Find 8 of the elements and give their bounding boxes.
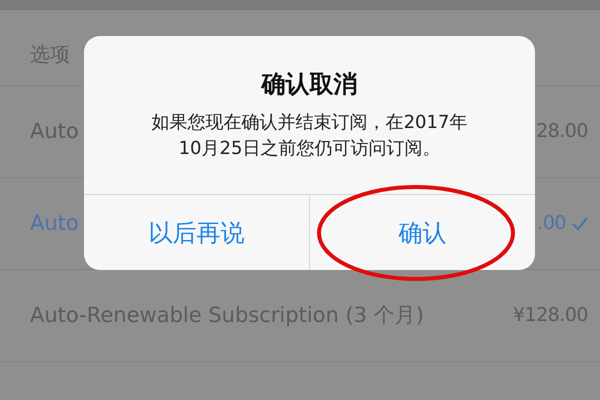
alert-button[interactable]: 确认 (309, 195, 535, 270)
alert-button[interactable]: 以后再说 (84, 195, 309, 270)
checkmark-icon (572, 216, 588, 230)
option-label: Auto (30, 210, 79, 237)
option-price: .00 (537, 211, 566, 236)
alert-title: 确认取消 (262, 69, 358, 100)
alert-message: 如果您现在确认并结束订阅，在2017年 (152, 111, 468, 135)
alert-message: 10月25日之前您仍可访问订阅。 (178, 137, 440, 161)
